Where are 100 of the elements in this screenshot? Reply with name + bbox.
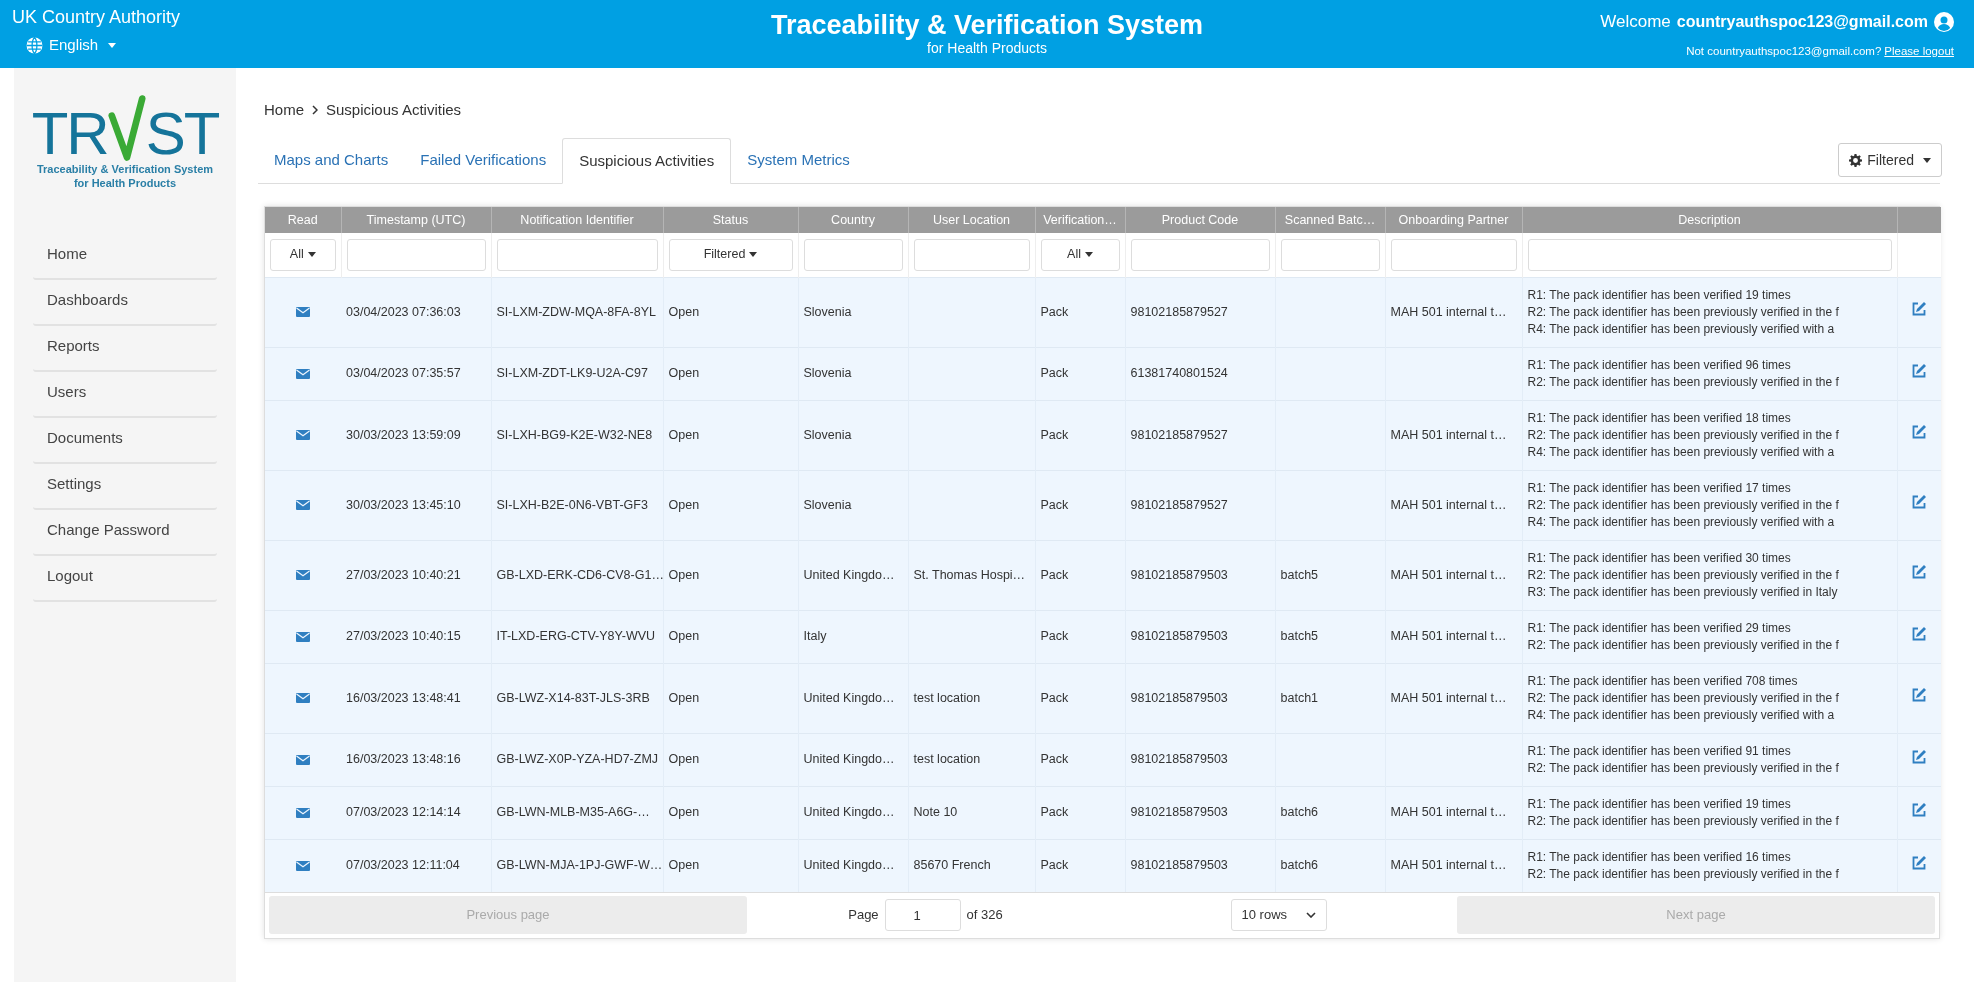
edit-icon [1911,748,1928,765]
table-cell: Open [668,427,700,442]
table-cell: Open [668,752,700,767]
tab[interactable]: Suspicious Activities [562,138,732,184]
edit-button[interactable] [1911,687,1928,704]
envelope-icon [296,754,310,765]
logout-link[interactable]: Please logout [1884,42,1954,60]
filter-dropdown[interactable]: All [1040,238,1120,271]
table-cell: GB-LWZ-X0P-YZA-HD7-ZMJ [496,752,659,767]
filter-button[interactable]: Filtered [1838,143,1942,177]
description-line: R2: The pack identifier has been previously verified in the f [1527,759,1840,777]
filter-input[interactable] [913,238,1030,271]
envelope-icon [296,570,310,581]
table-cell: Pack [1040,567,1069,582]
page-label: Page [848,906,879,925]
table-cell: Open [668,497,700,512]
edit-button[interactable] [1911,801,1928,818]
envelope-icon [296,631,310,642]
table-cell: SI-LXM-ZDW-MQA-8FA-8YL [496,304,656,319]
edit-button[interactable] [1911,625,1928,642]
chevron-icon [1305,912,1316,918]
description-line: R1: The pack identifier has been verified 96 times [1527,356,1792,374]
envelope-icon [296,307,310,318]
table-cell: batch6 [1280,805,1319,820]
edit-button[interactable] [1911,748,1928,765]
description-line: R4: The pack identifier has been previously verified with a [1527,513,1836,531]
app-subtitle: for Health Products [927,40,1047,56]
breadcrumb-link[interactable]: Home [264,98,304,122]
table-cell: 27/03/2023 10:40:15 [346,629,461,644]
app-title: Traceability & Verification System [770,10,1204,40]
tab[interactable]: Failed Verifications [404,137,563,183]
tab[interactable]: System Metrics [731,137,866,183]
description-line: R4: The pack identifier has been previously verified with a [1527,706,1836,724]
language-dropdown[interactable]: English [12,34,400,57]
description-line: R3: The pack identifier has been previously verified in Italy [1527,583,1839,601]
logo-tagline: for Health Products [73,176,177,190]
table-cell: Pack [1040,690,1069,705]
table-cell: Open [668,805,700,820]
filter-input[interactable] [1130,238,1270,271]
sidebar-item[interactable]: Users [33,372,217,418]
description-line: R2: The pack identifier has been previously verified in the f [1527,689,1840,707]
table-cell: 30/03/2023 13:59:09 [346,427,461,442]
breadcrumb-link[interactable]: Suspicious Activities [326,98,462,122]
sidebar-item[interactable]: Dashboards [33,280,217,326]
table-cell: 98102185879503 [1130,690,1228,705]
envelope-icon [296,807,310,818]
description-line: R2: The pack identifier has been previously verified in the f [1527,303,1840,321]
table-cell: batch5 [1280,567,1319,582]
table-cell: Pack [1040,304,1069,319]
edit-button[interactable] [1911,424,1928,441]
not-user-text: Not countryauthspoc123@gmail.com? [1686,43,1882,59]
filter-dropdown[interactable]: All [270,238,336,271]
caret-icon [307,252,316,258]
table-cell: 03/04/2023 07:36:03 [346,304,461,319]
edit-button[interactable] [1911,854,1928,871]
page-input[interactable]: 1 [884,899,961,931]
table-cell: batch1 [1280,690,1319,705]
edit-button[interactable] [1911,494,1928,511]
filter-input[interactable] [1390,238,1517,271]
table-cell: Open [668,690,700,705]
filter-input[interactable] [1527,238,1892,271]
filter-input[interactable] [496,238,658,271]
filter-dropdown[interactable]: Filtered [668,238,793,271]
table-cell: GB-LWZ-X14-83T-JLS-3RB [496,690,650,705]
description-line: R2: The pack identifier has been previously verified in the f [1527,865,1840,883]
sidebar-item[interactable]: Logout [33,556,217,602]
user-email: countryauthspoc123@gmail.com [1676,11,1928,32]
edit-icon [1911,687,1928,704]
description-line: R1: The pack identifier has been verified 16 times [1527,848,1792,866]
filter-input[interactable] [346,238,486,271]
sidebar-item[interactable]: Home [33,234,217,280]
filter-input[interactable] [1280,238,1380,271]
tab[interactable]: Maps and Charts [258,137,405,183]
sidebar-item[interactable]: Change Password [33,510,217,556]
sidebar-item[interactable]: Settings [33,464,217,510]
logo-text: TR [31,106,108,162]
rows-dropdown[interactable]: 10 rows [1230,899,1327,931]
table-cell: 98102185879527 [1130,497,1228,512]
filter-input[interactable] [803,238,903,271]
table-cell: MAH 501 internal t… [1390,858,1507,873]
caret-icon [1084,252,1093,258]
sidebar-item[interactable]: Reports [33,326,217,372]
edit-icon [1911,424,1928,441]
sidebar-item[interactable]: Documents [33,418,217,464]
envelope-icon [296,693,310,704]
edit-button[interactable] [1911,564,1928,581]
envelope-icon [296,860,310,871]
page-count: of 326 [966,906,1003,925]
table-cell: Open [668,858,700,873]
table-cell: Note 10 [913,805,958,820]
welcome-text: Welcome [1600,11,1671,33]
edit-button[interactable] [1911,301,1928,318]
table-cell: Open [668,304,700,319]
table-cell: 98102185879503 [1130,752,1228,767]
table-cell: Slovenia [803,427,852,442]
description-line: R4: The pack identifier has been previously verified with a [1527,320,1836,338]
table-cell: MAH 501 internal t… [1390,805,1507,820]
table-cell: GB-LWN-MLB-M35-A6G-… [496,805,650,820]
edit-button[interactable] [1911,362,1928,379]
description-line: R2: The pack identifier has been previously verified in the f [1527,426,1840,444]
